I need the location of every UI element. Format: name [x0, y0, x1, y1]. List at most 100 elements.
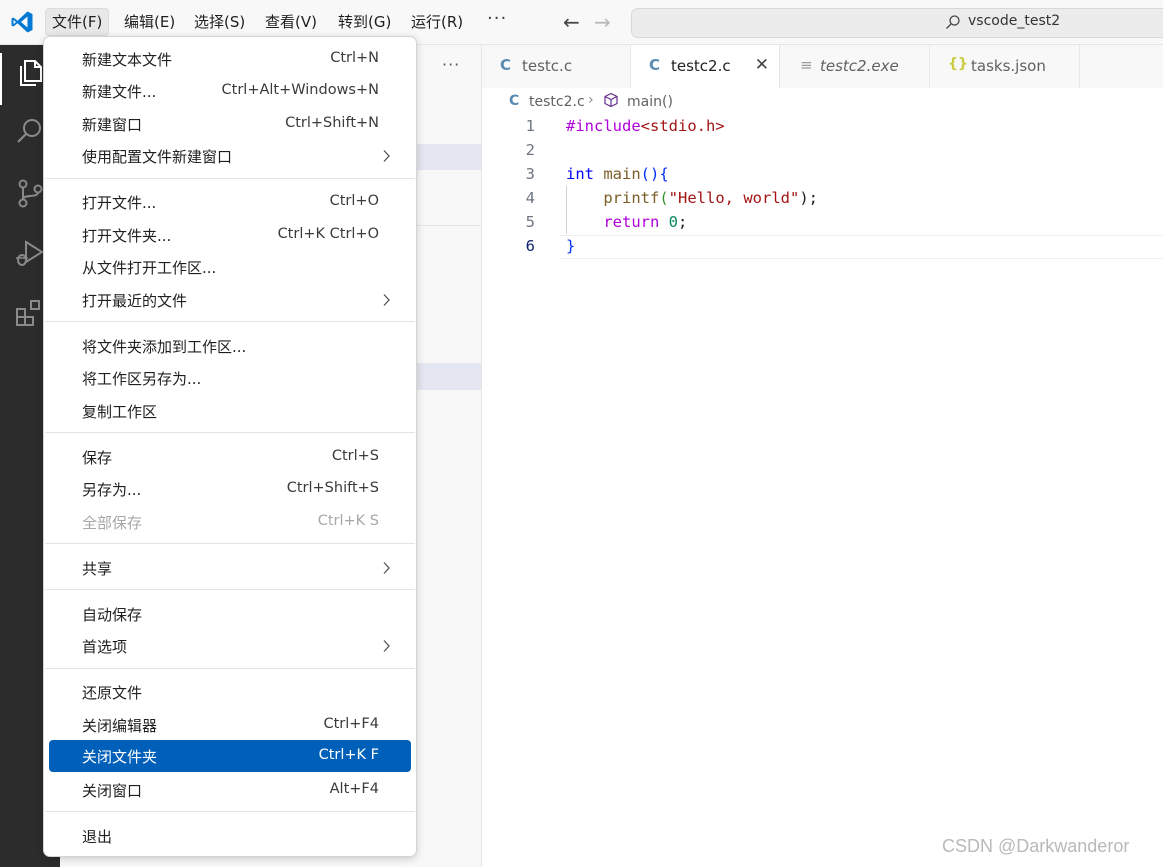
extensions-icon[interactable]: [14, 297, 46, 329]
breadcrumb-symbol[interactable]: main(): [627, 94, 673, 110]
menu-auto-save[interactable]: 自动保存: [49, 598, 411, 630]
menu-file[interactable]: 文件(F): [45, 8, 110, 36]
menu-item-shortcut: Ctrl+N: [330, 50, 379, 66]
menu-item-label: 从文件打开工作区...: [82, 259, 217, 277]
menu-go[interactable]: 转到(G): [332, 9, 397, 35]
menu-selection[interactable]: 选择(S): [188, 9, 251, 35]
code-token: }: [566, 237, 576, 255]
line-number: 1: [525, 117, 535, 135]
menu-open-file[interactable]: 打开文件... Ctrl+O: [49, 186, 411, 218]
code-line: 4 printf("Hello, world");: [482, 186, 1163, 210]
sidebar-more-button[interactable]: ···: [442, 55, 460, 74]
tab-label: testc2.c: [671, 57, 731, 75]
menu-item-label: 首选项: [82, 638, 128, 656]
line-number: 2: [525, 141, 535, 159]
line-number: 4: [525, 189, 535, 207]
file-icon: ≡: [800, 56, 813, 74]
menu-close-folder[interactable]: 关闭文件夹 Ctrl+K F: [49, 740, 411, 772]
menu-open-recent[interactable]: 打开最近的文件: [49, 284, 411, 316]
menu-item-label: 新建文件...: [82, 83, 157, 101]
menu-item-shortcut: Ctrl+F4: [323, 716, 379, 732]
c-file-icon: C: [649, 56, 661, 74]
menu-new-window[interactable]: 新建窗口 Ctrl+Shift+N: [49, 108, 411, 140]
command-center-search[interactable]: vscode_test2: [631, 8, 1163, 38]
tab-testc2[interactable]: C testc2.c ✕: [631, 45, 780, 88]
menu-item-label: 还原文件: [82, 684, 143, 702]
code-token: printf: [603, 189, 660, 207]
menu-exit[interactable]: 退出: [49, 820, 411, 852]
arrow-left-icon[interactable]: ←: [563, 10, 580, 34]
menu-separator: [45, 178, 415, 179]
menu-item-label: 打开文件...: [82, 194, 157, 212]
tab-label: testc2.exe: [820, 57, 899, 75]
code-token: #include: [566, 117, 641, 135]
watermark: CSDN @Darkwanderor: [942, 836, 1130, 856]
menu-separator: [45, 589, 415, 590]
menu-item-label: 新建文本文件: [82, 51, 173, 69]
menu-close-editor[interactable]: 关闭编辑器 Ctrl+F4: [49, 709, 411, 741]
search-text: vscode_test2: [968, 13, 1061, 29]
json-icon: {}: [948, 56, 968, 72]
code-editor[interactable]: 1 #include<stdio.h> 2 3 int main(){ 4 pr…: [482, 114, 1163, 867]
menu-duplicate-workspace[interactable]: 复制工作区: [49, 395, 411, 427]
close-icon[interactable]: ✕: [755, 55, 769, 75]
menu-view[interactable]: 查看(V): [259, 9, 323, 35]
c-file-icon: C: [509, 93, 520, 109]
menu-edit[interactable]: 编辑(E): [118, 9, 181, 35]
search-icon[interactable]: [14, 115, 46, 147]
menu-item-label: 全部保存: [82, 514, 143, 532]
menu-item-label: 关闭窗口: [82, 782, 143, 800]
code-token: {: [659, 165, 669, 183]
menu-new-text-file[interactable]: 新建文本文件 Ctrl+N: [49, 43, 411, 75]
files-icon[interactable]: [14, 57, 46, 89]
menu-item-shortcut: Ctrl+K S: [317, 513, 379, 529]
menu-item-shortcut: Ctrl+S: [331, 448, 379, 464]
tab-label: tasks.json: [971, 57, 1046, 75]
menu-more-button[interactable]: ···: [487, 8, 507, 29]
menu-save-workspace-as[interactable]: 将工作区另存为...: [49, 362, 411, 394]
menu-add-folder-to-workspace[interactable]: 将文件夹添加到工作区...: [49, 330, 411, 362]
code-token: (: [659, 189, 669, 207]
menu-save-as[interactable]: 另存为... Ctrl+Shift+S: [49, 473, 411, 505]
menu-preferences[interactable]: 首选项: [49, 630, 411, 662]
menu-run[interactable]: 运行(R): [405, 9, 469, 35]
chevron-right-icon: [383, 150, 390, 162]
chevron-right-icon: [383, 294, 390, 306]
breadcrumb: C testc2.c › main(): [482, 89, 1163, 115]
menu-share[interactable]: 共享: [49, 552, 411, 584]
code-line: 1 #include<stdio.h>: [482, 114, 1163, 138]
code-token: main: [603, 165, 641, 183]
menu-item-label: 使用配置文件新建窗口: [82, 148, 233, 166]
menu-save[interactable]: 保存 Ctrl+S: [49, 441, 411, 473]
arrow-right-icon[interactable]: →: [594, 10, 611, 34]
code-line: 6 }: [482, 234, 1163, 258]
menu-revert-file[interactable]: 还原文件: [49, 676, 411, 708]
tab-testc[interactable]: C testc.c: [482, 45, 631, 88]
cube-icon: [604, 92, 618, 108]
menu-open-workspace-from-file[interactable]: 从文件打开工作区...: [49, 251, 411, 283]
run-debug-icon[interactable]: [14, 237, 46, 269]
menu-separator: [45, 321, 415, 322]
editor-tab-bar: C testc.c C testc2.c ✕ ≡ testc2.exe {} t…: [482, 45, 1163, 88]
tab-testc2-exe[interactable]: ≡ testc2.exe: [780, 45, 930, 88]
code-token: (): [640, 165, 660, 183]
tab-tasks-json[interactable]: {} tasks.json: [930, 45, 1080, 88]
menu-item-label: 共享: [82, 560, 113, 578]
menu-item-shortcut: Ctrl+Alt+Windows+N: [221, 82, 379, 98]
breadcrumb-file[interactable]: testc2.c: [529, 94, 585, 110]
source-control-icon[interactable]: [14, 177, 46, 209]
menu-close-window[interactable]: 关闭窗口 Alt+F4: [49, 774, 411, 806]
menu-separator: [45, 432, 415, 433]
line-number: 6: [525, 237, 535, 255]
menu-new-window-with-profile[interactable]: 使用配置文件新建窗口: [49, 140, 411, 172]
menu-item-shortcut: Ctrl+K Ctrl+O: [277, 226, 379, 242]
menu-open-folder[interactable]: 打开文件夹... Ctrl+K Ctrl+O: [49, 219, 411, 251]
code-line: 2: [482, 138, 1163, 162]
line-number: 5: [525, 213, 535, 231]
menu-new-file[interactable]: 新建文件... Ctrl+Alt+Windows+N: [49, 75, 411, 107]
menu-item-label: 关闭文件夹: [82, 748, 158, 766]
menu-item-label: 自动保存: [82, 606, 143, 624]
menu-item-label: 将文件夹添加到工作区...: [82, 338, 247, 356]
file-menu-dropdown: 新建文本文件 Ctrl+N 新建文件... Ctrl+Alt+Windows+N…: [43, 36, 417, 857]
search-icon: [946, 15, 960, 29]
